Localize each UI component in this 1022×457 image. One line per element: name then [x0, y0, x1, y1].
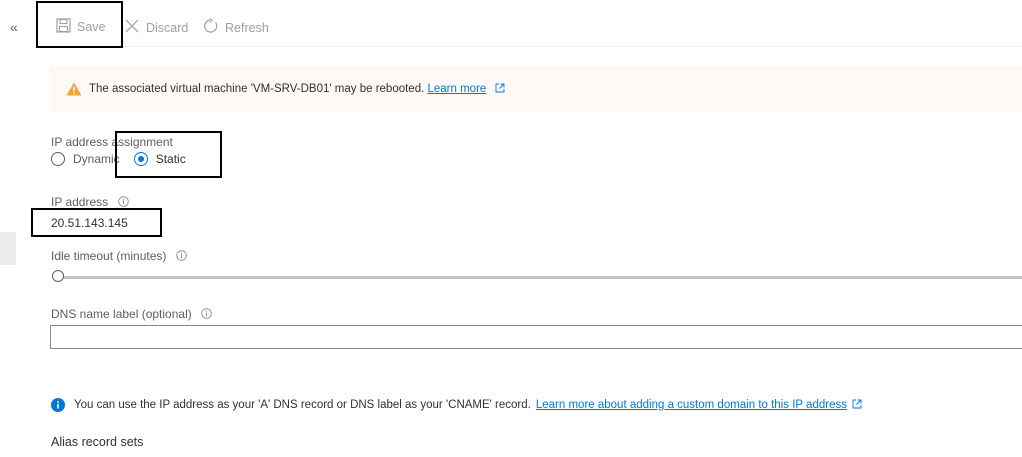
radio-static-label[interactable]: Static [156, 152, 186, 166]
info-icon[interactable] [201, 308, 212, 319]
learn-more-link[interactable]: Learn more [428, 83, 487, 95]
discard-button[interactable]: Discard [124, 18, 188, 37]
warning-message: The associated virtual machine 'VM-SRV-D… [89, 82, 425, 95]
collapse-panel-icon[interactable]: « [10, 19, 18, 35]
save-icon [56, 18, 71, 36]
dns-label-label-text: DNS name label (optional) [51, 307, 192, 321]
close-icon [124, 18, 140, 37]
idle-timeout-slider-thumb[interactable] [52, 270, 64, 282]
discard-label: Discard [146, 20, 189, 35]
save-button[interactable]: Save [56, 18, 106, 36]
idle-timeout-label-text: Idle timeout (minutes) [51, 249, 167, 263]
radio-dynamic[interactable] [51, 152, 65, 166]
left-nav-strip [0, 232, 16, 265]
idle-timeout-label: Idle timeout (minutes) [51, 249, 187, 263]
ip-assignment-radio-group: Dynamic Static [51, 152, 200, 166]
refresh-icon [203, 18, 219, 37]
alias-record-sets-heading: Alias record sets [51, 435, 144, 449]
ip-assignment-label: IP address assignment [51, 135, 173, 149]
warning-icon [66, 82, 82, 96]
ip-address-label-text: IP address [51, 195, 109, 209]
info-note: You can use the IP address as your 'A' D… [51, 398, 862, 412]
refresh-button[interactable]: Refresh [203, 18, 269, 37]
save-label: Save [77, 20, 106, 34]
info-icon[interactable] [117, 196, 129, 207]
info-note-text: You can use the IP address as your 'A' D… [74, 399, 531, 411]
info-filled-icon [51, 398, 65, 412]
ip-address-value: 20.51.143.145 [51, 216, 128, 230]
info-icon[interactable] [175, 250, 187, 261]
radio-dynamic-label[interactable]: Dynamic [73, 152, 120, 166]
external-link-icon [495, 83, 505, 96]
dns-label-input[interactable] [50, 325, 1022, 349]
custom-domain-link[interactable]: Learn more about adding a custom domain … [536, 399, 847, 411]
dns-label-label: DNS name label (optional) [51, 307, 212, 321]
radio-static[interactable] [133, 152, 148, 166]
command-toolbar: Save Discard Refresh [36, 10, 1022, 47]
warning-banner: The associated virtual machine 'VM-SRV-D… [50, 66, 1022, 112]
idle-timeout-slider-track[interactable] [58, 276, 1022, 279]
warning-text: The associated virtual machine 'VM-SRV-D… [89, 83, 505, 96]
external-link-icon [852, 399, 862, 412]
refresh-label: Refresh [225, 20, 269, 35]
ip-address-label: IP address [51, 195, 129, 209]
